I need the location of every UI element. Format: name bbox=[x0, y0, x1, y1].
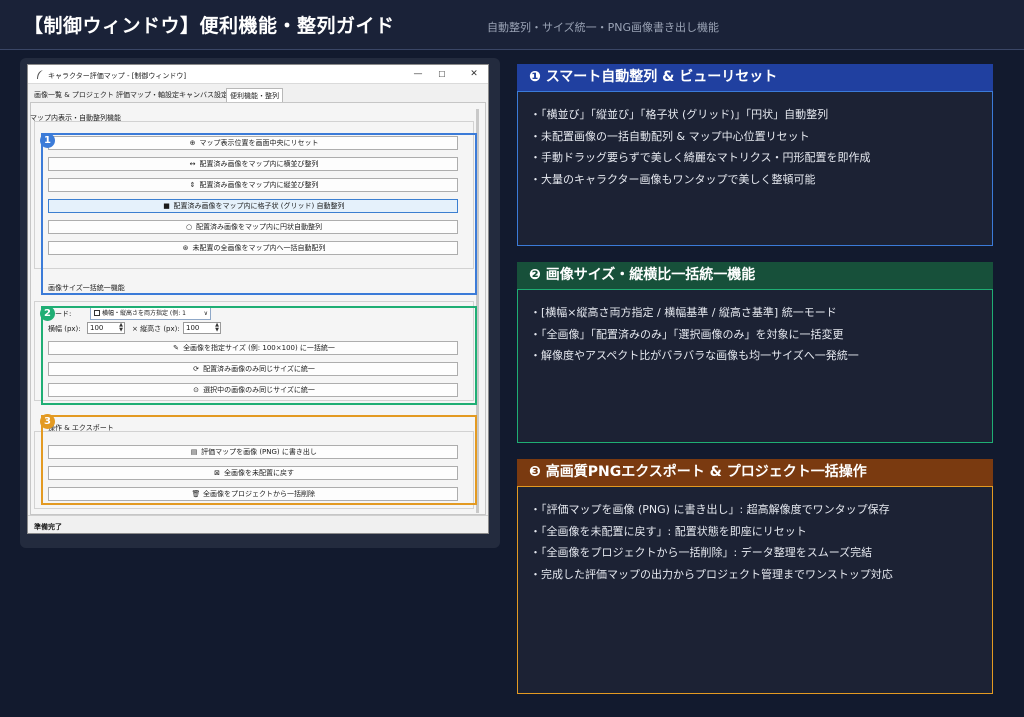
badge-2: 2 bbox=[40, 306, 55, 321]
page-title: 【制御ウィンドウ】便利機能・整列ガイド bbox=[24, 15, 395, 37]
maximize-button[interactable]: ☐ bbox=[434, 67, 450, 82]
minimize-button[interactable]: — bbox=[410, 67, 426, 82]
status-bar: 準備完了 bbox=[28, 515, 488, 533]
highlight-box-align bbox=[41, 133, 477, 295]
panel-2-heading: ❷ 画像サイズ・縦横比一括統一機能 bbox=[517, 262, 993, 289]
panel-3-item: ・「評価マップを画像 (PNG) に書き出し」: 超高解像度でワンタップ保存 bbox=[530, 503, 890, 516]
panel-1-heading: ❶ スマート自動整列 & ビューリセット bbox=[517, 64, 993, 91]
panel-3-heading: ❸ 高画質PNGエクスポート & プロジェクト一括操作 bbox=[517, 459, 993, 486]
feather-icon bbox=[37, 70, 43, 79]
panel-1-item: ・大量のキャラクター画像もワンタップで美しく整頓可能 bbox=[530, 172, 816, 186]
status-text: 準備完了 bbox=[34, 523, 62, 531]
close-button[interactable]: ✕ bbox=[466, 67, 482, 82]
tab-images-project[interactable]: 画像一覧 & プロジェクト bbox=[34, 90, 114, 101]
panel-2-body: ・[横幅×縦高さ両方指定 / 横幅基準 / 縦高さ基準] 統一モード ・「全画像… bbox=[517, 289, 993, 443]
tab-map-axis[interactable]: 評価マップ・軸設定 bbox=[116, 90, 179, 101]
page-subtitle: 自動整列・サイズ統一・PNG画像書き出し機能 bbox=[487, 21, 720, 34]
panel-3-item: ・「全画像をプロジェクトから一括削除」: データ整理をスムーズ完結 bbox=[530, 546, 873, 559]
panel-1-body: ・「横並び」「縦並び」「格子状 (グリッド)」「円状」自動整列 ・未配置画像の一… bbox=[517, 91, 993, 246]
highlight-box-size bbox=[41, 306, 477, 405]
badge-1: 1 bbox=[40, 133, 55, 148]
window-titlebar: キャラクター評価マップ - [制御ウィンドウ] — ☐ ✕ bbox=[28, 65, 488, 84]
window-title: キャラクター評価マップ - [制御ウィンドウ] bbox=[48, 72, 187, 80]
panel-2-item: ・[横幅×縦高さ両方指定 / 横幅基準 / 縦高さ基準] 統一モード bbox=[530, 306, 837, 319]
panel-3-item: ・完成した評価マップの出力からプロジェクト管理までワンストップ対応 bbox=[530, 567, 893, 581]
panel-1-item: ・手動ドラッグ要らずで美しく綺麗なマトリクス・円形配置を即作成 bbox=[530, 151, 871, 164]
highlight-box-export bbox=[41, 415, 477, 505]
panel-3-item: ・「全画像を未配置に戻す」: 配置状態を即座にリセット bbox=[530, 524, 807, 538]
panel-2-item: ・「全画像」「配置済みのみ」「選択画像のみ」を対象に一括変更 bbox=[530, 327, 844, 341]
page-header: 【制御ウィンドウ】便利機能・整列ガイド 自動整列・サイズ統一・PNG画像書き出し… bbox=[0, 0, 1024, 50]
badge-3: 3 bbox=[40, 414, 55, 429]
tab-bar: 画像一覧 & プロジェクト 評価マップ・軸設定 キャンバス設定 便利機能・整列 bbox=[28, 88, 488, 102]
panel-3-body: ・「評価マップを画像 (PNG) に書き出し」: 超高解像度でワンタップ保存 ・… bbox=[517, 486, 993, 694]
panel-1-item: ・「横並び」「縦並び」「格子状 (グリッド)」「円状」自動整列 bbox=[530, 108, 829, 121]
tab-utilities-align[interactable]: 便利機能・整列 bbox=[226, 88, 283, 102]
panel-2-item: ・解像度やアスペクト比がバラバラな画像も均一サイズへ一発統一 bbox=[530, 349, 859, 362]
tab-canvas-settings[interactable]: キャンバス設定 bbox=[179, 90, 228, 101]
panel-1-item: ・未配置画像の一括自動配列 & マップ中心位置リセット bbox=[530, 129, 810, 143]
